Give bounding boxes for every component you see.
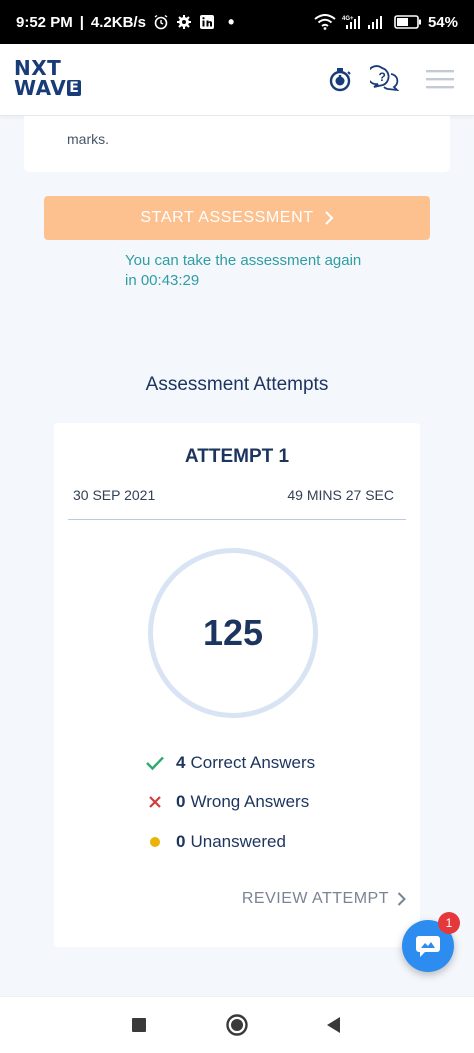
instructions-text: marks. xyxy=(67,131,109,147)
back-icon[interactable] xyxy=(322,1013,346,1037)
wifi-icon xyxy=(314,14,336,30)
logo-wav: WAV xyxy=(14,76,67,100)
attempt-divider xyxy=(68,519,406,520)
correct-answers-row: 4 Correct Answers xyxy=(144,753,315,773)
attempt-title: ATTEMPT 1 xyxy=(184,446,290,467)
system-nav-bar xyxy=(0,996,474,1053)
attempt-duration: 49 MINS 27 SEC xyxy=(287,487,394,503)
retake-notice: You can take the assessment again in 00:… xyxy=(125,252,362,289)
alarm-icon xyxy=(154,14,168,30)
signal-icon: 4G+ xyxy=(342,16,382,29)
attempt-card: ATTEMPT 1 30 SEP 2021 49 MINS 27 SEC 125… xyxy=(54,423,420,947)
status-separator: | xyxy=(79,13,84,31)
recent-apps-icon[interactable] xyxy=(127,1013,151,1037)
chat-bubble-icon xyxy=(416,936,440,957)
status-speed: 4.2KB/s xyxy=(90,13,146,31)
stopwatch-icon[interactable] xyxy=(325,64,355,94)
score-ring: 125 xyxy=(148,548,318,718)
svg-text:4G+: 4G+ xyxy=(342,16,354,22)
cross-icon xyxy=(144,793,166,811)
correct-count: 4 xyxy=(176,753,186,772)
unanswered-count: 0 xyxy=(176,832,186,851)
review-attempt-link[interactable]: REVIEW ATTEMPT xyxy=(242,890,406,908)
attempts-heading: Assessment Attempts xyxy=(145,374,329,395)
check-icon xyxy=(144,754,166,772)
start-assessment-label: START ASSESSMENT xyxy=(140,209,314,226)
instructions-card: marks. xyxy=(24,116,450,172)
wrong-label: Wrong Answers xyxy=(190,792,310,811)
notification-badge: 1 xyxy=(438,912,460,934)
battery-percent: 54% xyxy=(427,13,458,31)
wrong-answers-row: 0 Wrong Answers xyxy=(144,792,309,812)
start-assessment-button[interactable]: START ASSESSMENT xyxy=(44,196,430,240)
battery-icon xyxy=(394,15,421,29)
app-header: NXT WAV E ? xyxy=(0,44,474,116)
svg-text:?: ? xyxy=(379,70,386,84)
attempt-date: 30 SEP 2021 xyxy=(73,487,156,503)
correct-label: Correct Answers xyxy=(190,753,316,772)
logo-line-2: WAV E xyxy=(14,78,84,98)
hamburger-menu-icon[interactable] xyxy=(424,64,456,94)
logo-line-1: NXT xyxy=(14,56,62,80)
home-icon[interactable] xyxy=(225,1013,249,1037)
linkedin-icon xyxy=(199,15,214,29)
nxtwave-logo[interactable]: NXT WAV E xyxy=(14,58,84,100)
unanswered-row: 0 Unanswered xyxy=(144,832,286,852)
chevron-right-icon xyxy=(324,211,334,225)
score-value: 125 xyxy=(202,612,264,653)
wrong-count: 0 xyxy=(176,792,186,811)
dot-indicator-icon xyxy=(144,833,166,851)
chevron-right-icon xyxy=(397,892,406,906)
status-time: 9:52 PM xyxy=(16,13,73,31)
status-bar: 9:52 PM | 4.2KB/s • 4G+ 54% xyxy=(0,0,474,44)
dot-icon: • xyxy=(227,11,235,32)
gear-icon xyxy=(176,15,191,29)
unanswered-label: Unanswered xyxy=(190,832,286,851)
review-attempt-label: REVIEW ATTEMPT xyxy=(241,890,389,907)
help-chat-icon[interactable]: ? xyxy=(370,64,400,94)
logo-e: E xyxy=(67,80,82,96)
